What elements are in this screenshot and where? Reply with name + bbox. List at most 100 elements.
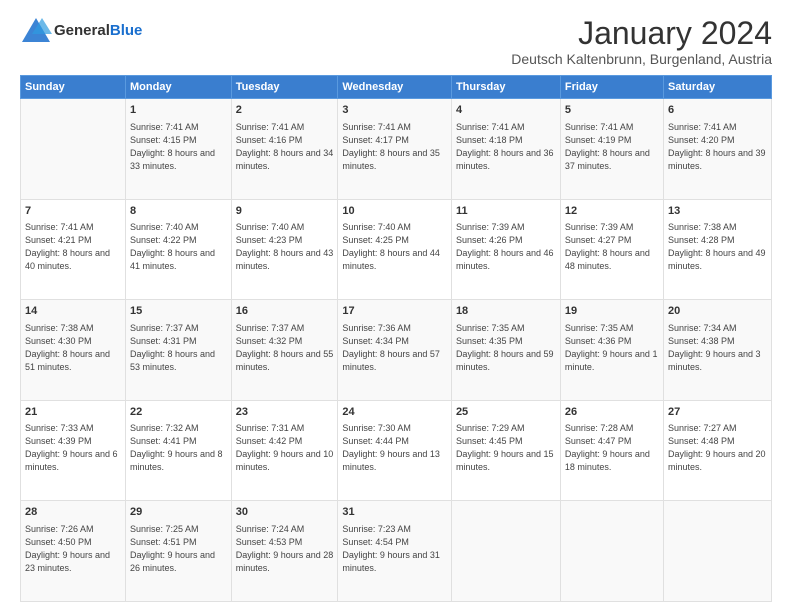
table-row: 15 Sunrise: 7:37 AMSunset: 4:31 PMDayligh… — [126, 300, 232, 401]
table-row: 5 Sunrise: 7:41 AMSunset: 4:19 PMDaylight… — [560, 99, 663, 200]
subtitle: Deutsch Kaltenbrunn, Burgenland, Austria — [511, 51, 772, 67]
cell-content: Sunrise: 7:35 AMSunset: 4:35 PMDaylight:… — [456, 322, 556, 374]
table-row: 9Sunrise: 7:40 AMSunset: 4:23 PMDaylight… — [231, 199, 338, 300]
cell-content: Sunrise: 7:38 AMSunset: 4:28 PMDaylight:… — [668, 221, 767, 273]
title-block: January 2024 Deutsch Kaltenbrunn, Burgen… — [511, 16, 772, 67]
logo-general: General — [54, 22, 110, 39]
cell-content: Sunrise: 7:37 AMSunset: 4:32 PMDaylight:… — [236, 322, 334, 374]
day-number: 29 — [130, 505, 227, 520]
week-row-4: 28Sunrise: 7:26 AMSunset: 4:50 PMDayligh… — [21, 501, 772, 602]
cell-content: Sunrise: 7:27 AMSunset: 4:48 PMDaylight:… — [668, 422, 767, 474]
day-number: 5 — [565, 103, 659, 118]
day-number: 13 — [668, 204, 767, 219]
table-row: 24Sunrise: 7:30 AMSunset: 4:44 PMDayligh… — [338, 400, 452, 501]
calendar-table: Sunday Monday Tuesday Wednesday Thursday… — [20, 75, 772, 602]
week-row-0: 1Sunrise: 7:41 AMSunset: 4:15 PMDaylight… — [21, 99, 772, 200]
week-row-2: 14 Sunrise: 7:38 AMSunset: 4:30 PMDayligh… — [21, 300, 772, 401]
table-row: 28Sunrise: 7:26 AMSunset: 4:50 PMDayligh… — [21, 501, 126, 602]
day-number: 20 — [668, 304, 767, 319]
table-row: 27 Sunrise: 7:27 AMSunset: 4:48 PMDayligh… — [663, 400, 771, 501]
week-row-1: 7 Sunrise: 7:41 AMSunset: 4:21 PMDaylight… — [21, 199, 772, 300]
table-row: 18 Sunrise: 7:35 AMSunset: 4:35 PMDayligh… — [451, 300, 560, 401]
day-number: 21 — [25, 405, 121, 420]
logo-icon — [20, 16, 52, 46]
table-row: 19 Sunrise: 7:35 AMSunset: 4:36 PMDayligh… — [560, 300, 663, 401]
table-row: 8 Sunrise: 7:40 AMSunset: 4:22 PMDaylight… — [126, 199, 232, 300]
day-number: 19 — [565, 304, 659, 319]
table-row: 2 Sunrise: 7:41 AMSunset: 4:16 PMDaylight… — [231, 99, 338, 200]
cell-content: Sunrise: 7:41 AMSunset: 4:19 PMDaylight:… — [565, 121, 659, 173]
table-row: 16 Sunrise: 7:37 AMSunset: 4:32 PMDayligh… — [231, 300, 338, 401]
cell-content: Sunrise: 7:41 AMSunset: 4:20 PMDaylight:… — [668, 121, 767, 173]
cell-content: Sunrise: 7:28 AMSunset: 4:47 PMDaylight:… — [565, 422, 659, 474]
table-row — [21, 99, 126, 200]
day-number: 2 — [236, 103, 334, 118]
day-number: 8 — [130, 204, 227, 219]
logo: GeneralBlue — [20, 16, 142, 46]
cell-content: Sunrise: 7:24 AMSunset: 4:53 PMDaylight:… — [236, 523, 334, 575]
cell-content: Sunrise: 7:36 AMSunset: 4:34 PMDaylight:… — [342, 322, 447, 374]
week-row-3: 21 Sunrise: 7:33 AMSunset: 4:39 PMDayligh… — [21, 400, 772, 501]
cell-content: Sunrise: 7:38 AMSunset: 4:30 PMDaylight:… — [25, 322, 121, 374]
table-row: 20 Sunrise: 7:34 AMSunset: 4:38 PMDayligh… — [663, 300, 771, 401]
cell-content: Sunrise: 7:34 AMSunset: 4:38 PMDaylight:… — [668, 322, 767, 374]
day-number: 10 — [342, 204, 447, 219]
col-sunday: Sunday — [21, 76, 126, 99]
day-number: 25 — [456, 405, 556, 420]
col-wednesday: Wednesday — [338, 76, 452, 99]
day-number: 22 — [130, 405, 227, 420]
cell-content: Sunrise: 7:41 AMSunset: 4:17 PMDaylight:… — [342, 121, 447, 173]
table-row: 11Sunrise: 7:39 AMSunset: 4:26 PMDayligh… — [451, 199, 560, 300]
day-number: 7 — [25, 204, 121, 219]
table-row: 1Sunrise: 7:41 AMSunset: 4:15 PMDaylight… — [126, 99, 232, 200]
cell-content: Sunrise: 7:32 AMSunset: 4:41 PMDaylight:… — [130, 422, 227, 474]
cell-content: Sunrise: 7:41 AMSunset: 4:16 PMDaylight:… — [236, 121, 334, 173]
cell-content: Sunrise: 7:23 AMSunset: 4:54 PMDaylight:… — [342, 523, 447, 575]
day-number: 17 — [342, 304, 447, 319]
table-row: 6Sunrise: 7:41 AMSunset: 4:20 PMDaylight… — [663, 99, 771, 200]
page: GeneralBlue January 2024 Deutsch Kaltenb… — [0, 0, 792, 612]
cell-content: Sunrise: 7:37 AMSunset: 4:31 PMDaylight:… — [130, 322, 227, 374]
day-number: 31 — [342, 505, 447, 520]
day-number: 30 — [236, 505, 334, 520]
day-number: 4 — [456, 103, 556, 118]
day-number: 16 — [236, 304, 334, 319]
table-row — [560, 501, 663, 602]
table-row: 3Sunrise: 7:41 AMSunset: 4:17 PMDaylight… — [338, 99, 452, 200]
col-tuesday: Tuesday — [231, 76, 338, 99]
table-row — [663, 501, 771, 602]
table-row — [451, 501, 560, 602]
table-row: 7 Sunrise: 7:41 AMSunset: 4:21 PMDaylight… — [21, 199, 126, 300]
col-thursday: Thursday — [451, 76, 560, 99]
day-number: 14 — [25, 304, 121, 319]
cell-content: Sunrise: 7:41 AMSunset: 4:21 PMDaylight:… — [25, 221, 121, 273]
header: GeneralBlue January 2024 Deutsch Kaltenb… — [20, 16, 772, 67]
cell-content: Sunrise: 7:40 AMSunset: 4:22 PMDaylight:… — [130, 221, 227, 273]
logo-blue: Blue — [110, 22, 143, 39]
table-row: 17 Sunrise: 7:36 AMSunset: 4:34 PMDayligh… — [338, 300, 452, 401]
cell-content: Sunrise: 7:35 AMSunset: 4:36 PMDaylight:… — [565, 322, 659, 374]
day-number: 15 — [130, 304, 227, 319]
table-row: 26 Sunrise: 7:28 AMSunset: 4:47 PMDayligh… — [560, 400, 663, 501]
day-number: 26 — [565, 405, 659, 420]
table-row: 23 Sunrise: 7:31 AMSunset: 4:42 PMDayligh… — [231, 400, 338, 501]
table-row: 29Sunrise: 7:25 AMSunset: 4:51 PMDayligh… — [126, 501, 232, 602]
month-title: January 2024 — [511, 16, 772, 51]
cell-content: Sunrise: 7:39 AMSunset: 4:27 PMDaylight:… — [565, 221, 659, 273]
cell-content: Sunrise: 7:29 AMSunset: 4:45 PMDaylight:… — [456, 422, 556, 474]
table-row: 10Sunrise: 7:40 AMSunset: 4:25 PMDayligh… — [338, 199, 452, 300]
table-row: 22 Sunrise: 7:32 AMSunset: 4:41 PMDayligh… — [126, 400, 232, 501]
day-number: 18 — [456, 304, 556, 319]
day-number: 27 — [668, 405, 767, 420]
table-row: 25 Sunrise: 7:29 AMSunset: 4:45 PMDayligh… — [451, 400, 560, 501]
table-row: 21 Sunrise: 7:33 AMSunset: 4:39 PMDayligh… — [21, 400, 126, 501]
col-saturday: Saturday — [663, 76, 771, 99]
cell-content: Sunrise: 7:41 AMSunset: 4:15 PMDaylight:… — [130, 121, 227, 173]
day-number: 23 — [236, 405, 334, 420]
header-row: Sunday Monday Tuesday Wednesday Thursday… — [21, 76, 772, 99]
cell-content: Sunrise: 7:31 AMSunset: 4:42 PMDaylight:… — [236, 422, 334, 474]
cell-content: Sunrise: 7:33 AMSunset: 4:39 PMDaylight:… — [25, 422, 121, 474]
table-row: 4Sunrise: 7:41 AMSunset: 4:18 PMDaylight… — [451, 99, 560, 200]
table-row: 31 Sunrise: 7:23 AMSunset: 4:54 PMDayligh… — [338, 501, 452, 602]
table-row: 12Sunrise: 7:39 AMSunset: 4:27 PMDayligh… — [560, 199, 663, 300]
